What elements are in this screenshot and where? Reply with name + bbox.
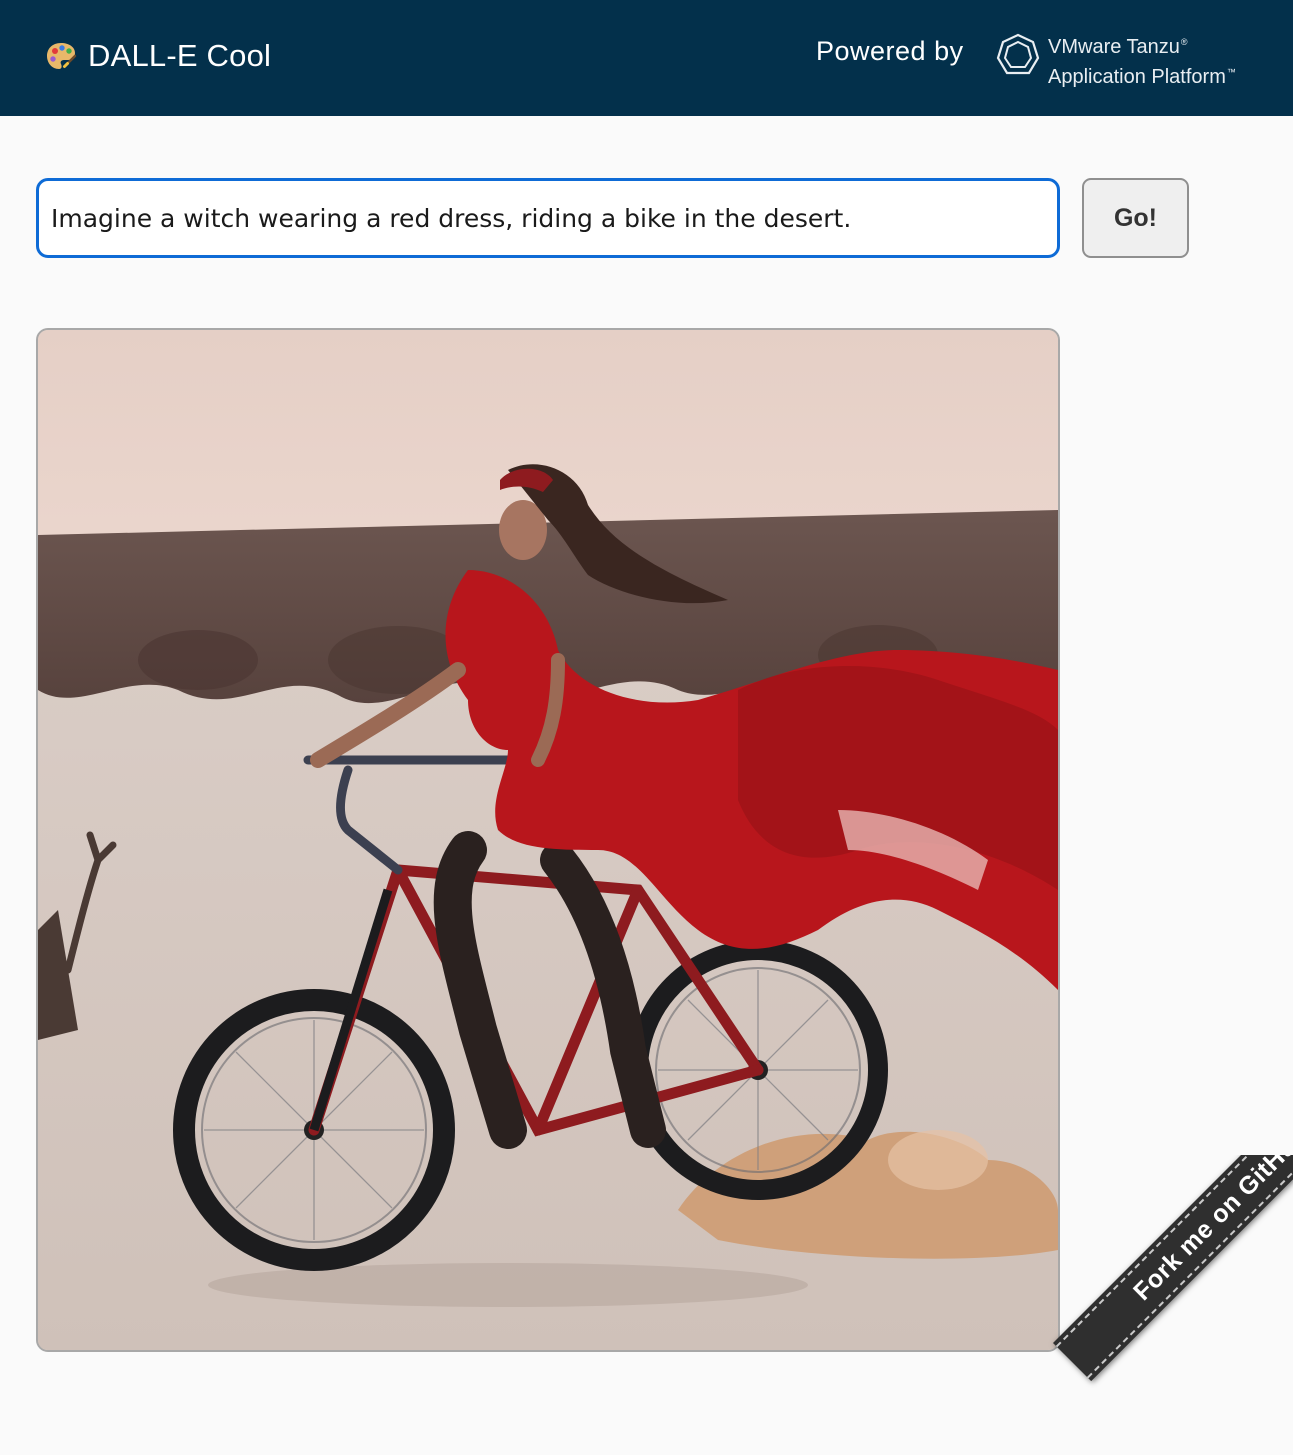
brand[interactable]: DALL-E Cool bbox=[44, 36, 271, 76]
fork-me-on-github-link[interactable]: Fork me on GitHub bbox=[1055, 1155, 1293, 1379]
fork-ribbon-band[interactable]: Fork me on GitHub bbox=[1053, 1155, 1293, 1382]
prompt-input[interactable] bbox=[36, 178, 1060, 258]
fork-ribbon: Fork me on GitHub bbox=[993, 1155, 1293, 1455]
generated-image bbox=[36, 328, 1060, 1352]
platform-name: VMware Tanzu® Application Platform™ bbox=[1048, 30, 1236, 90]
trademark-mark: ™ bbox=[1226, 67, 1236, 77]
app-header: DALL-E Cool Powered by VMware Tanzu® App… bbox=[0, 0, 1293, 116]
app-title: DALL-E Cool bbox=[88, 38, 272, 73]
registered-mark: ® bbox=[1180, 37, 1188, 47]
go-button[interactable]: Go! bbox=[1082, 178, 1189, 258]
artist-palette-icon bbox=[44, 39, 78, 73]
platform-line-1: VMware Tanzu bbox=[1048, 36, 1180, 58]
powered-by-label: Powered by bbox=[816, 36, 964, 66]
platform-line-2: Application Platform bbox=[1048, 66, 1226, 88]
tanzu-hexagon-logo-icon bbox=[994, 32, 1042, 80]
